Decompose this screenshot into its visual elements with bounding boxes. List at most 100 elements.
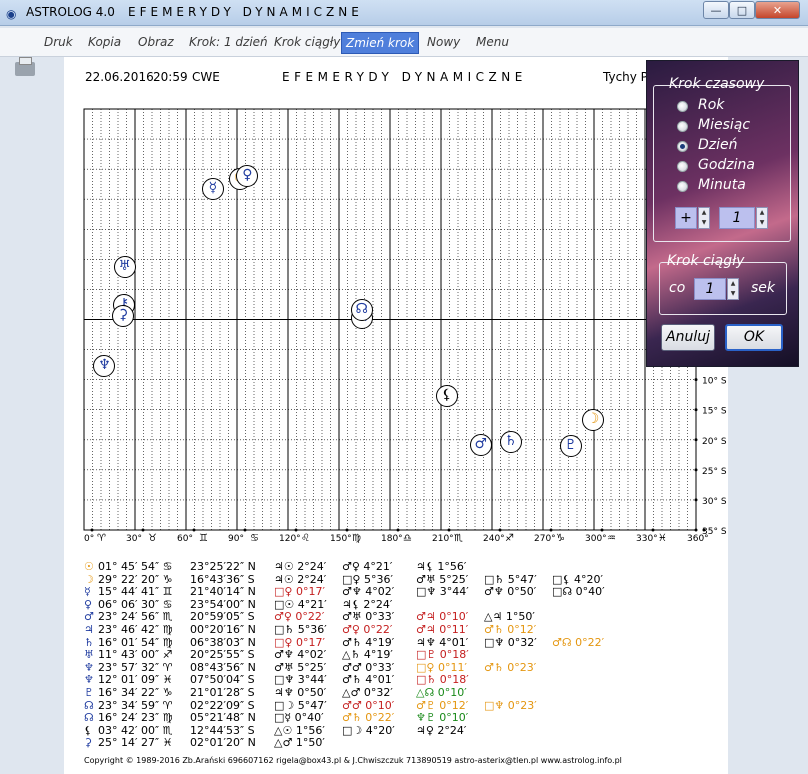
row-aspect: ♂♄ 4°19′ [342,635,395,649]
y-tick-label: 15° S [702,407,727,417]
row-aspect: □♀ 5°36′ [342,572,393,586]
row-position: 03° 42′ 00″ ♏ [98,723,173,737]
row-declination: 23°25′22″ N [190,560,256,573]
x-tick-sign: ♎ [403,533,412,544]
x-tick-label: 300° [585,534,607,544]
sign-spinner[interactable]: ▲ ▼ [698,207,710,229]
row-planet-glyph: ♇ [84,686,94,699]
row-aspect: □♆ 3°44′ [274,673,327,687]
row-aspect: ♂♅ 0°33′ [342,610,395,624]
row-planet-glyph: ☽ [84,572,94,586]
x-tick-sign: ♍ [352,533,361,544]
row-aspect: □☽ 4°20′ [342,723,395,737]
row-position: 23° 24′ 56″ ♏ [98,610,173,624]
radio-minuta-label[interactable]: Minuta [698,177,746,193]
radio-dzien[interactable] [677,141,688,152]
row-planet-glyph: ♃ [84,623,94,636]
row-aspect: □♀ 0°17′ [274,635,325,649]
radio-rok[interactable] [677,101,688,112]
row-aspect: △♃ 1°50′ [484,610,535,624]
radio-godzina[interactable] [677,161,688,172]
x-tick-label: 90° [228,534,244,544]
row-aspect: □♄ 5°47′ [484,572,537,586]
row-position: 23° 46′ 42″ ♍ [98,623,173,636]
row-aspect: ♃⚸ 1°56′ [416,560,467,573]
y-tick-dot [694,438,698,442]
planet-marker-saturn: ♄ [499,430,522,453]
x-tick-sign: ♉ [148,533,157,544]
planet-marker-pluto: ♇ [559,434,582,457]
x-tick-label: 150° [330,534,352,544]
row-declination: 20°59′05″ S [190,610,255,624]
row-aspect: □♆ 3°44′ [416,585,469,599]
row-aspect: ♆♇ 0°10′ [416,711,469,725]
row-aspect: ♂♄ 0°12′ [484,623,537,636]
sek-label: sek [751,280,776,296]
row-planet-glyph: ♀ [84,597,93,611]
row-aspect: ♂♆ 4°02′ [342,585,395,599]
row-planet-glyph: ♆ [84,660,94,674]
cancel-button[interactable]: Anuluj [661,324,715,351]
row-position: 29° 22′ 20″ ♑ [98,572,173,586]
row-declination: 05°21′48″ N [190,711,256,725]
row-position: 16° 34′ 22″ ♑ [98,686,173,699]
radio-minuta[interactable] [677,181,688,192]
x-tick-sign: ♌ [301,533,310,544]
step-field[interactable]: 1 [719,207,755,229]
y-tick-dot [694,378,698,382]
row-planet-glyph: ♄ [84,635,94,649]
x-tick-label: 210° [432,534,454,544]
x-tick-label: 60° [177,534,193,544]
radio-miesiac[interactable] [677,121,688,132]
row-aspect: ♂♄ 4°01′ [342,673,395,687]
x-tick-dot [651,528,655,532]
x-tick-sign: ♑ [556,533,565,544]
x-tick-dot [600,528,604,532]
row-declination: 21°40′14″ N [190,585,256,599]
row-aspect: △♄ 4°19′ [342,648,393,662]
y-tick-label: 35° S [702,527,727,537]
row-planet-glyph: ♂ [84,610,94,624]
planet-marker-mars: ♂ [469,434,492,457]
planet-marker-venus: ♀ [236,164,259,187]
radio-rok-label[interactable]: Rok [698,97,724,113]
row-declination: 23°54′00″ N [190,597,256,611]
row-aspect: ♃☉ 2°24′ [274,560,327,573]
row-declination: 21°01′28″ S [190,686,255,699]
ok-button[interactable]: OK [725,324,783,351]
x-tick-label: 240° [483,534,505,544]
row-aspect: ♂♅ 5°25′ [416,572,469,586]
continuous-step-group-label: Krok ciągły [667,253,745,269]
row-position: 16° 01′ 54″ ♍ [98,635,173,649]
row-position: 11° 43′ 00″ ♐ [98,648,173,662]
row-aspect: ♂♀ 4°21′ [342,560,393,573]
row-declination: 02°22′09″ S [190,698,255,712]
continuous-spinner[interactable]: ▲ ▼ [727,278,739,300]
x-tick-sign: ♋ [250,533,259,544]
row-aspect: ♂♆ 4°02′ [274,648,327,662]
y-tick-dot [694,468,698,472]
row-aspect: □♆ 0°23′ [484,698,537,712]
row-declination: 20°25′55″ S [190,648,255,662]
row-aspect: ♂♅ 5°25′ [274,660,327,674]
row-aspect: ♂♃ 0°11′ [416,623,469,636]
x-tick-label: 0° [84,534,94,544]
x-tick-sign: ♐ [505,533,514,544]
continuous-field[interactable]: 1 [694,278,726,300]
row-planet-glyph: ☿ [84,585,91,599]
radio-godzina-label[interactable]: Godzina [698,157,755,173]
radio-miesiac-label[interactable]: Miesiąc [698,117,750,133]
row-aspect: ♂♇ 0°12′ [416,698,469,712]
x-tick-sign: ♊ [199,533,208,544]
radio-dzien-label[interactable]: Dzień [698,137,738,153]
row-declination: 06°38′03″ N [190,635,256,649]
row-aspect: △☉ 1°56′ [274,723,325,737]
step-spinner[interactable]: ▲ ▼ [756,207,768,229]
x-tick-dot [192,528,196,532]
row-declination: 02°01′20″ N [190,736,256,750]
row-aspect: ♂♆ 0°50′ [484,585,537,599]
sign-field[interactable]: + [675,207,697,229]
row-aspect: ♂♂ 0°33′ [342,660,395,674]
x-tick-dot [498,528,502,532]
row-aspect: □⚸ 4°20′ [552,572,603,586]
